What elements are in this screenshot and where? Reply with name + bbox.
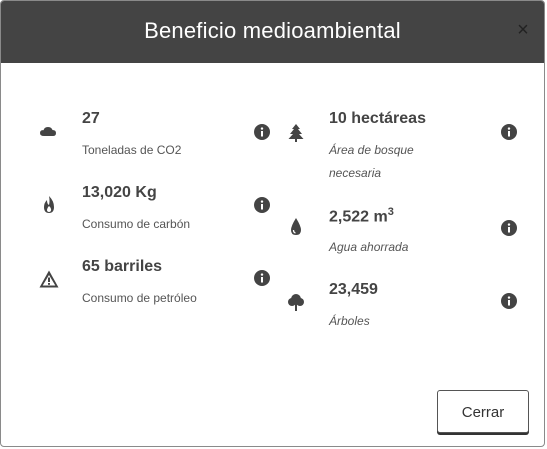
coal-value: 13,020 Kg — [82, 184, 157, 201]
forest-label-line2: necesaria — [329, 166, 382, 180]
water-label: Agua ahorrada — [329, 240, 409, 254]
trees-value: 23,459 — [329, 281, 378, 298]
co2-label: Toneladas de CO2 — [82, 143, 182, 157]
info-icon[interactable] — [254, 197, 270, 213]
modal-header: Beneficio medioambiental × — [1, 1, 544, 63]
water-value-unit-exponent: 3 — [387, 206, 394, 218]
oil-value: 65 barriles — [82, 258, 163, 275]
close-button[interactable]: Cerrar — [437, 390, 529, 433]
info-icon[interactable] — [501, 220, 517, 236]
water-value-number: 2,522 m — [329, 208, 388, 226]
water-drop-icon — [286, 217, 306, 237]
info-icon[interactable] — [501, 124, 517, 140]
info-icon[interactable] — [254, 270, 270, 286]
forest-value: 10 hectáreas — [329, 110, 426, 127]
oil-label: Consumo de petróleo — [82, 291, 197, 305]
coal-label: Consumo de carbón — [82, 217, 191, 231]
flame-icon — [39, 195, 59, 215]
water-value: 2,522 m3 — [329, 206, 394, 226]
environmental-benefit-modal: Beneficio medioambiental × 27 Toneladas … — [0, 0, 545, 447]
warning-icon — [39, 269, 59, 289]
pine-tree-icon — [286, 123, 306, 143]
forest-label: Área de bosque — [329, 143, 414, 157]
modal-title: Beneficio medioambiental — [144, 18, 401, 43]
co2-value: 27 — [82, 110, 100, 127]
info-icon[interactable] — [254, 124, 270, 140]
info-icon[interactable] — [501, 293, 517, 309]
close-icon[interactable]: × — [515, 20, 531, 40]
trees-label: Árboles — [329, 314, 370, 328]
tree-icon — [286, 292, 306, 312]
cloud-icon — [39, 121, 59, 141]
